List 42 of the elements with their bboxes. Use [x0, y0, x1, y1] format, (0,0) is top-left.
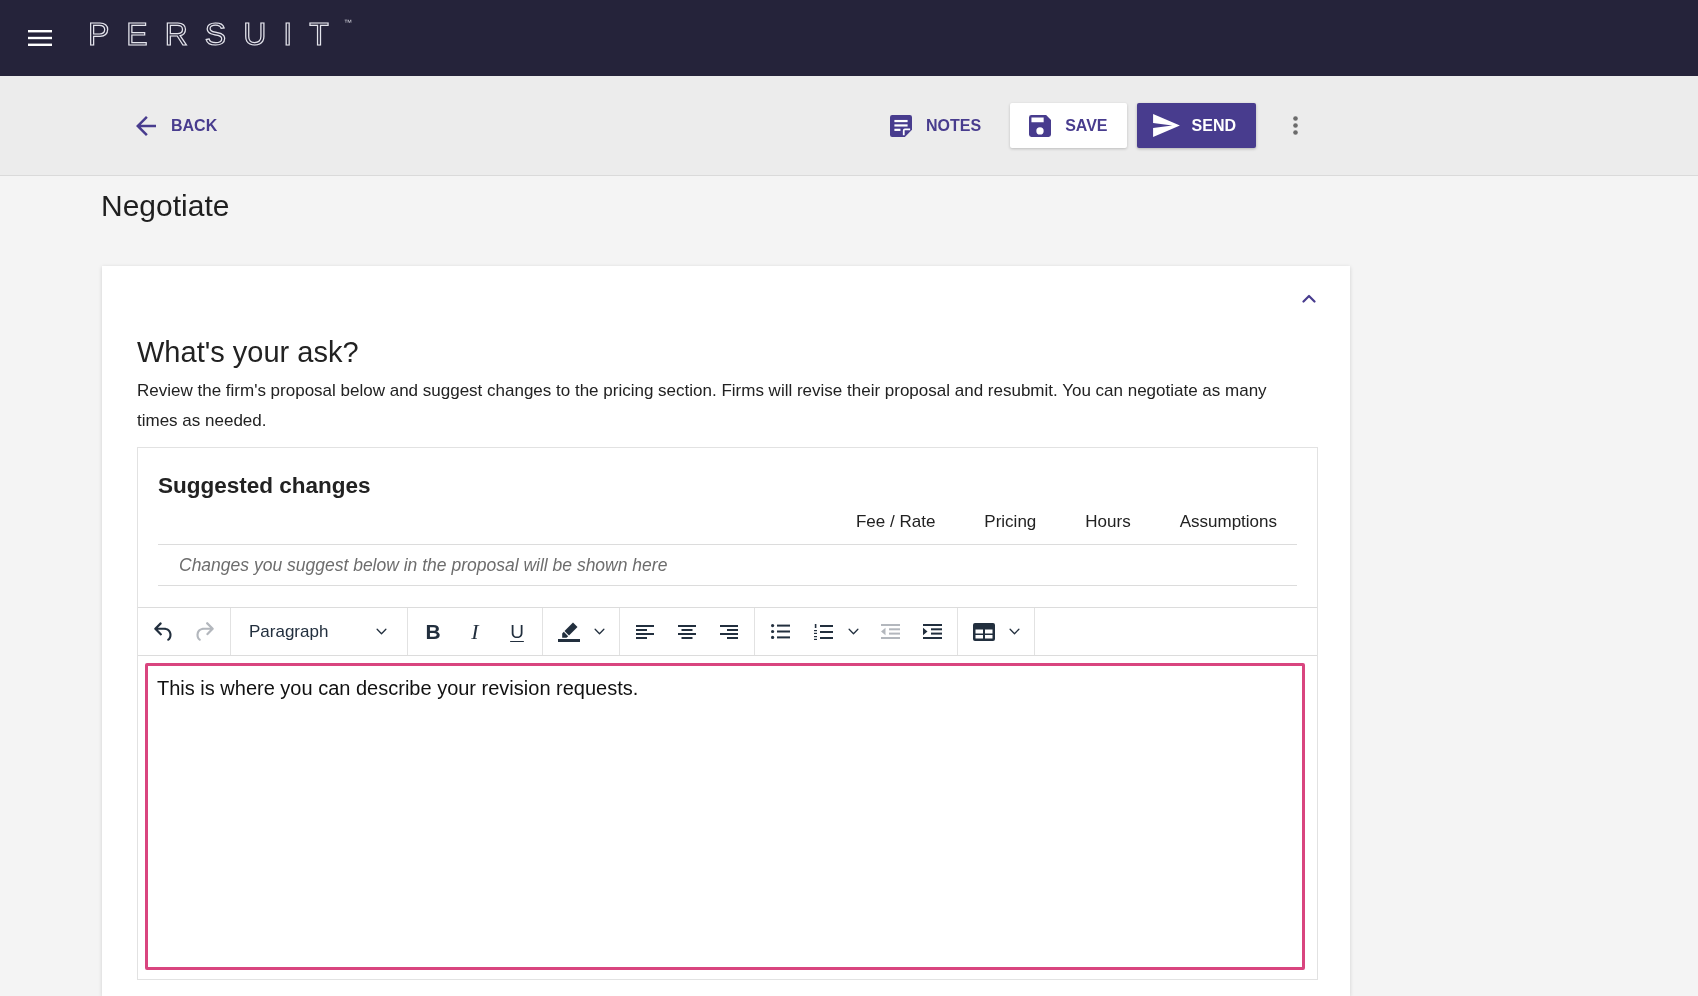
- text-editor-field[interactable]: This is where you can describe your revision requests.: [145, 663, 1305, 970]
- trademark-symbol: ™: [343, 19, 352, 27]
- send-button[interactable]: SEND: [1136, 103, 1256, 148]
- arrow-left-icon: [136, 115, 156, 136]
- chevron-down-icon: [593, 628, 605, 635]
- section-heading: What's your ask?: [137, 335, 359, 369]
- chevron-down-icon: [376, 628, 387, 635]
- bulleted-list-icon: [770, 624, 790, 639]
- chevron-up-icon: [1302, 293, 1316, 303]
- page-title: Negotiate: [101, 188, 230, 224]
- logo-text: PERSUIT: [88, 17, 346, 51]
- table-icon: [973, 622, 995, 641]
- save-button[interactable]: SAVE: [1010, 103, 1127, 148]
- chevron-down-icon: [847, 628, 859, 635]
- back-button[interactable]: BACK: [126, 109, 228, 142]
- menu-button[interactable]: [28, 30, 52, 46]
- align-left-icon: [636, 624, 654, 639]
- description-text: Review the firm's proposal below and suggest changes to the pricing section. Firms will revise their proposal and resubmit. You can negotiate as many times as needed.: [137, 380, 1268, 432]
- note-icon: [890, 114, 913, 137]
- menu-icon: [28, 30, 52, 46]
- paper-plane-icon: [1152, 114, 1180, 137]
- numbered-list-icon: [813, 623, 833, 640]
- column-heading: Pricing: [984, 511, 1037, 533]
- notes-button[interactable]: NOTES: [880, 103, 992, 148]
- indent-icon: [922, 624, 942, 639]
- column-heading: Assumptions: [1179, 511, 1277, 533]
- align-center-icon: [678, 624, 696, 639]
- chevron-down-icon: [1008, 628, 1020, 635]
- vertical-dots-icon: [1292, 116, 1298, 135]
- column-heading: Fee / Rate: [855, 511, 936, 533]
- outdent-icon: [880, 624, 900, 639]
- empty-message: Changes you suggest below in the proposal will be shown here: [179, 554, 668, 576]
- highlighter-icon: [558, 621, 580, 642]
- panel-title: Suggested changes: [158, 472, 372, 500]
- underline-button[interactable]: U: [500, 614, 534, 649]
- bold-button[interactable]: B: [416, 614, 450, 649]
- column-heading: Hours: [1085, 511, 1131, 533]
- italic-button[interactable]: I: [458, 614, 492, 649]
- undo-icon: [154, 622, 172, 641]
- redo-icon: [196, 622, 214, 641]
- align-right-icon: [720, 624, 738, 639]
- block-format-dropdown[interactable]: Paragraph: [239, 614, 399, 649]
